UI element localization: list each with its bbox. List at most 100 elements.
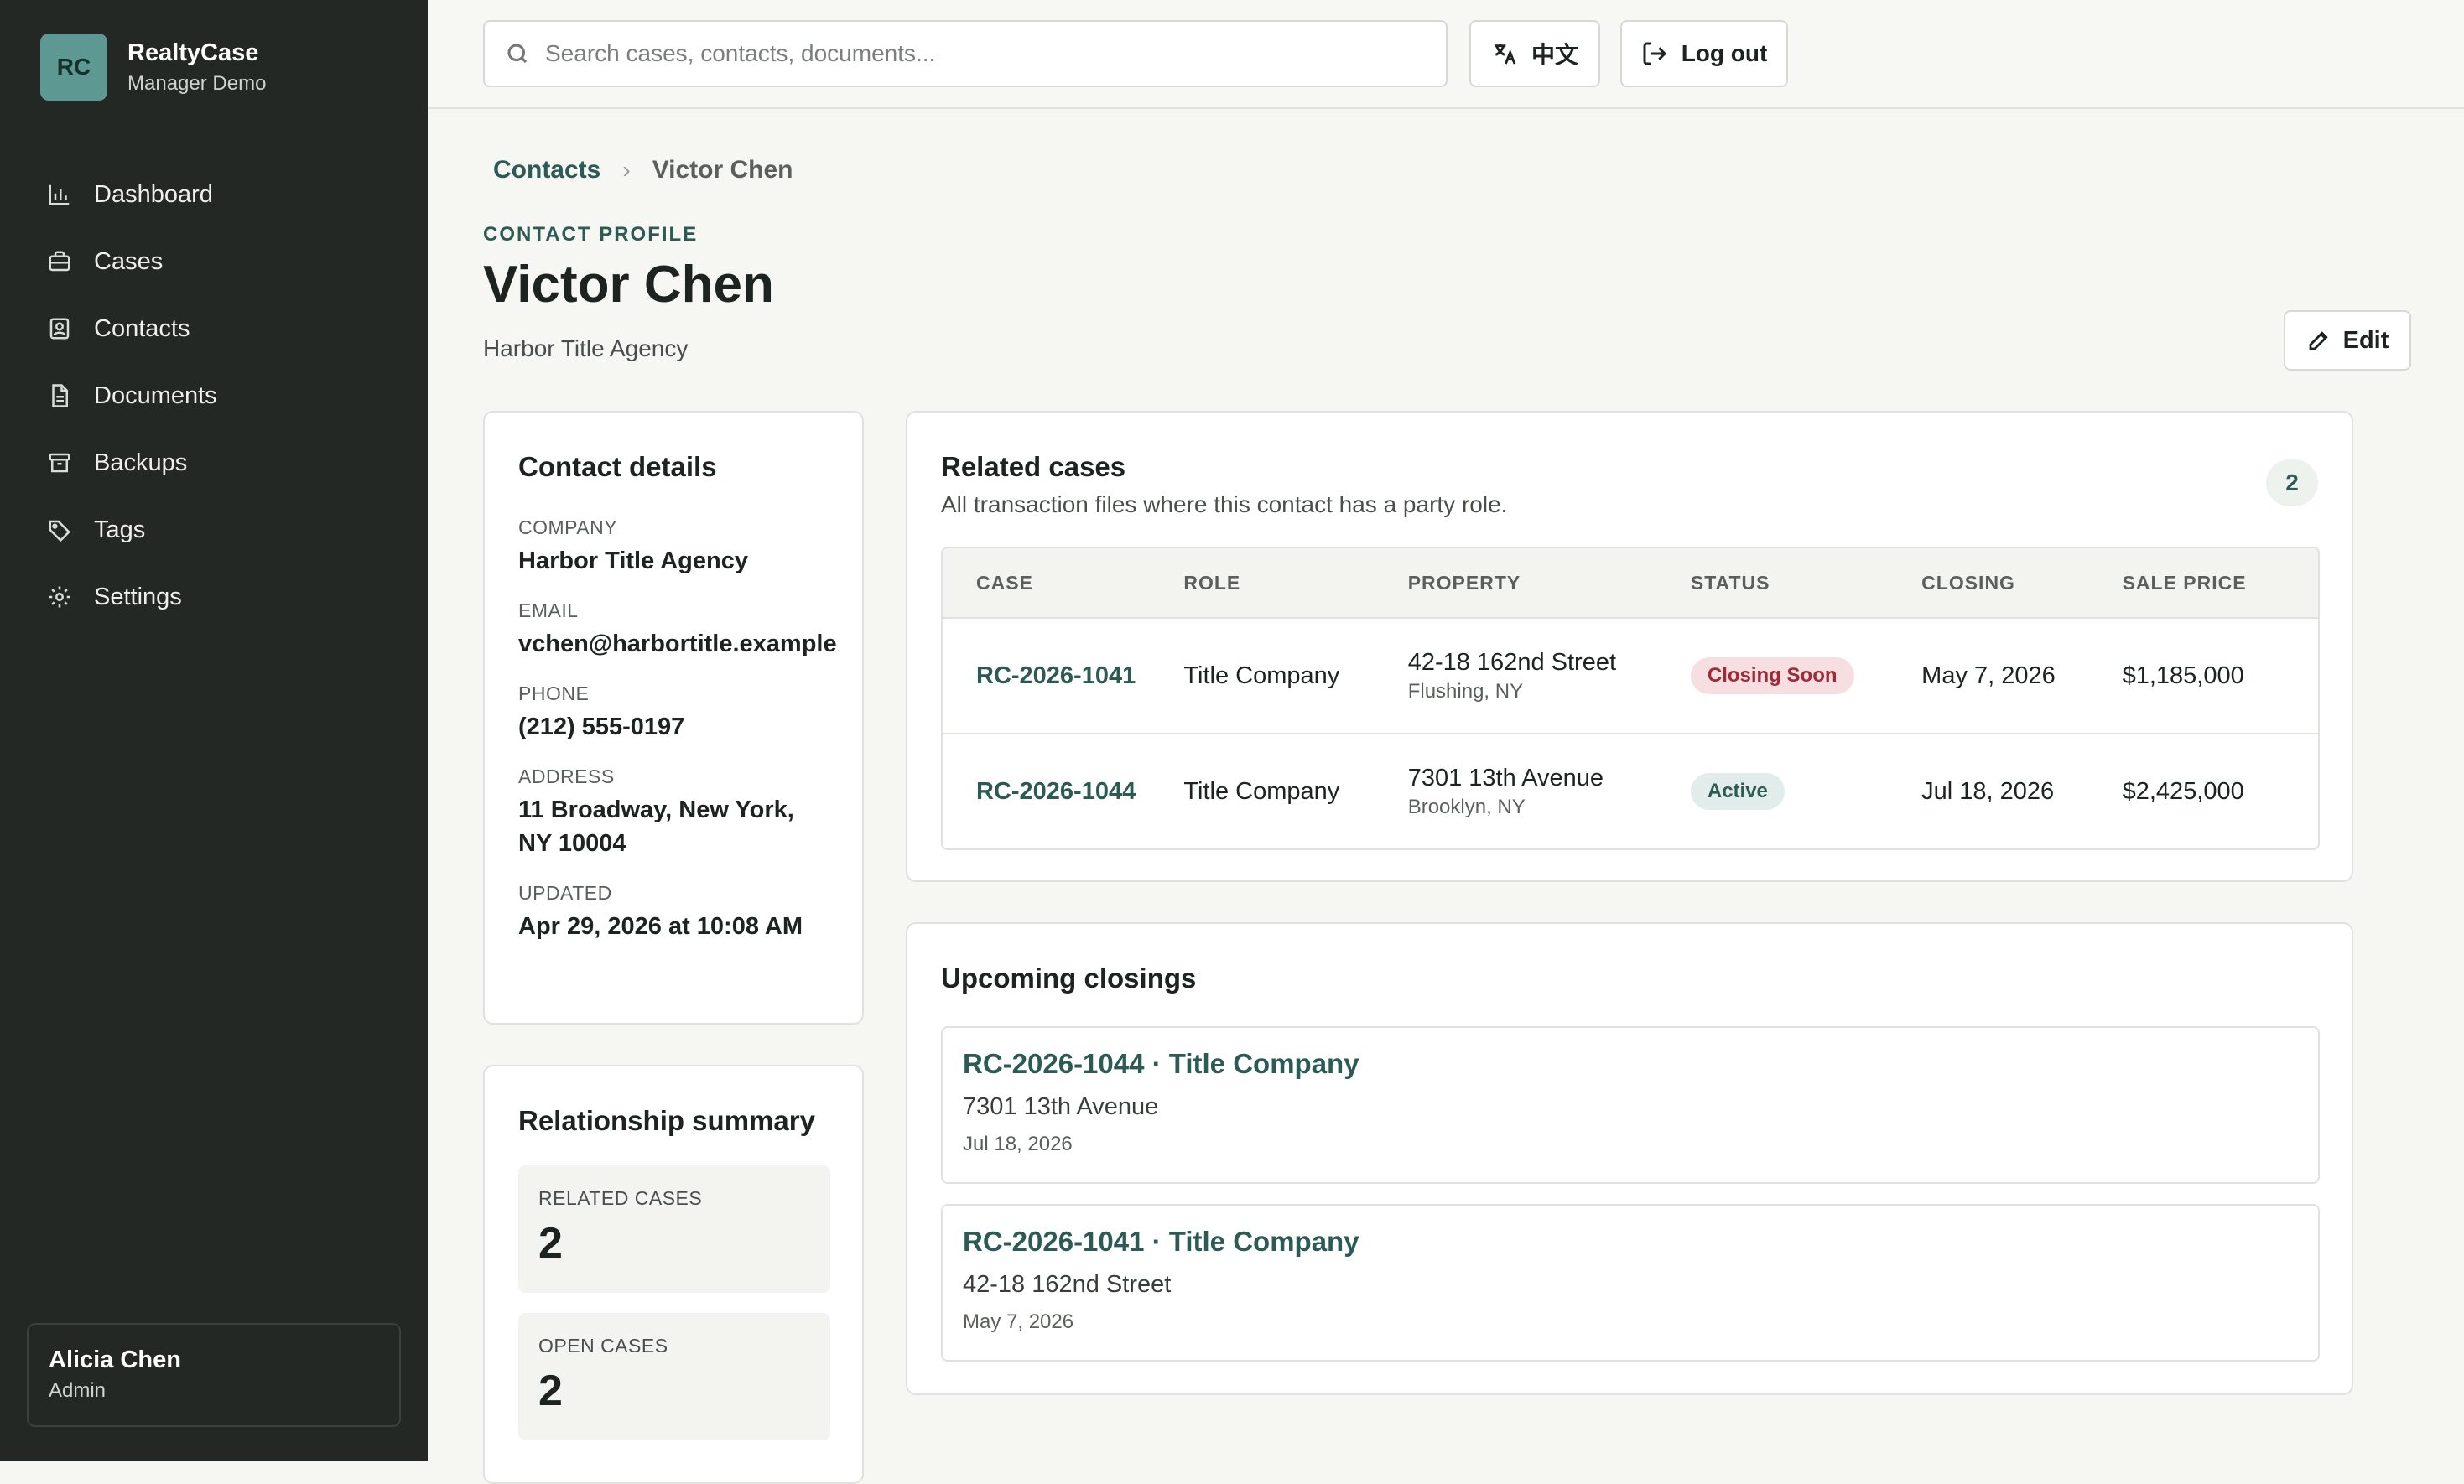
search-icon	[507, 44, 528, 64]
role-cell: Title Company	[1183, 662, 1340, 689]
sidebar-item-backups[interactable]: Backups	[47, 429, 217, 496]
closing-item[interactable]: RC-2026-1044 · Title Company 7301 13th A…	[941, 1026, 2320, 1184]
case-link[interactable]: RC-2026-1044	[976, 778, 1136, 805]
topbar: 中文 Log out	[428, 0, 2464, 109]
card-title: Contact details	[518, 451, 717, 482]
sidebar-item-label: Dashboard	[94, 180, 213, 208]
count-badge: 2	[2266, 459, 2318, 506]
stat-value: 2	[538, 1367, 563, 1415]
translate-icon	[1494, 44, 1516, 65]
detail-value: Harbor Title Agency	[518, 547, 748, 574]
table-row[interactable]: RC-2026-1044 Title Company 7301 13th Ave…	[943, 733, 2318, 848]
breadcrumb-current: Victor Chen	[652, 156, 793, 184]
detail-label: EMAIL	[518, 599, 579, 621]
detail-company: COMPANY Harbor Title Agency	[518, 516, 829, 578]
relationship-summary-card: Relationship summary RELATED CASES 2 OPE…	[483, 1065, 864, 1484]
stat-label: RELATED CASES	[538, 1187, 703, 1209]
property-city: Flushing, NY	[1407, 679, 1524, 703]
case-link[interactable]: RC-2026-1041	[976, 662, 1136, 689]
user-role: Admin	[49, 1379, 107, 1402]
sidebar-item-documents[interactable]: Documents	[47, 362, 217, 429]
sale-price: $1,185,000	[2122, 662, 2244, 689]
sidebar-item-label: Contacts	[94, 314, 190, 342]
sale-price: $2,425,000	[2122, 777, 2244, 805]
column-header: CLOSING	[1921, 571, 2015, 594]
detail-label: UPDATED	[518, 882, 612, 904]
role-cell: Title Company	[1183, 777, 1340, 805]
logout-icon	[1643, 42, 1666, 65]
detail-label: PHONE	[518, 682, 590, 704]
detail-updated: UPDATED Apr 29, 2026 at 10:08 AM	[518, 882, 829, 943]
column-header: STATUS	[1690, 571, 1770, 594]
briefcase-icon	[49, 251, 70, 272]
phone-value[interactable]: (212) 555-0197	[518, 710, 829, 744]
closing-item[interactable]: RC-2026-1041 · Title Company 42-18 162nd…	[941, 1204, 2320, 1362]
sidebar-item-dashboard[interactable]: Dashboard	[47, 161, 217, 228]
gear-icon	[49, 586, 70, 608]
closing-date: Jul 18, 2026	[963, 1133, 1073, 1155]
closing-date: Jul 18, 2026	[1921, 777, 2055, 805]
page-subtitle: Harbor Title Agency	[483, 335, 689, 361]
user-profile[interactable]: Alicia Chen Admin	[27, 1323, 401, 1427]
archive-icon	[49, 453, 70, 473]
detail-phone: PHONE (212) 555-0197	[518, 682, 829, 744]
property-city: Brooklyn, NY	[1407, 795, 1526, 818]
stat-value: 2	[538, 1219, 563, 1268]
card-title: Related cases	[941, 451, 1126, 482]
detail-email: EMAIL vchen@harbortitle.example	[518, 599, 837, 661]
language-label: 中文	[1531, 42, 1578, 68]
column-header: SALE PRICE	[2122, 571, 2247, 594]
stat-open-cases: OPEN CASES 2	[518, 1313, 830, 1440]
sidebar-item-label: Backups	[94, 449, 188, 476]
edit-button[interactable]: Edit	[2284, 310, 2411, 371]
table-row[interactable]: RC-2026-1041 Title Company 42-18 162nd S…	[943, 617, 2318, 733]
detail-value: 11 Broadway, New York, NY 10004	[518, 796, 794, 857]
contact-icon	[49, 318, 70, 340]
sidebar-item-contacts[interactable]: Contacts	[47, 295, 217, 362]
column-header: PROPERTY	[1407, 571, 1521, 594]
detail-value: Apr 29, 2026 at 10:08 AM	[518, 913, 803, 940]
related-cases-card: Related cases All transaction files wher…	[906, 411, 2353, 882]
sidebar-item-settings[interactable]: Settings	[47, 563, 217, 630]
logout-button[interactable]: Log out	[1620, 20, 1788, 87]
edit-label: Edit	[2342, 326, 2389, 354]
search-box[interactable]	[483, 20, 1448, 87]
card-title: Upcoming closings	[941, 963, 1197, 994]
status-badge: Closing Soon	[1690, 657, 1854, 694]
chart-icon	[49, 184, 70, 205]
column-header: ROLE	[1183, 571, 1241, 594]
sidebar-item-label: Documents	[94, 381, 217, 409]
closing-title[interactable]: RC-2026-1044 · Title Company	[963, 1048, 2298, 1080]
document-icon	[52, 384, 68, 407]
table-header: CASE ROLE PROPERTY STATUS CLOSING SALE P…	[943, 548, 2318, 617]
page-eyebrow: CONTACT PROFILE	[483, 223, 699, 246]
detail-label: COMPANY	[518, 516, 618, 538]
upcoming-closings-card: Upcoming closings RC-2026-1044 · Title C…	[906, 922, 2353, 1395]
column-header: CASE	[976, 571, 1033, 594]
logout-label: Log out	[1681, 40, 1768, 66]
language-button[interactable]: 中文	[1469, 20, 1600, 87]
closing-address: 7301 13th Avenue	[963, 1093, 1159, 1120]
sidebar-item-tags[interactable]: Tags	[47, 496, 217, 563]
email-value[interactable]: vchen@harbortitle.example	[518, 627, 837, 661]
card-title: Relationship summary	[518, 1105, 815, 1136]
property-address: 7301 13th Avenue	[1407, 764, 1604, 791]
closing-date: May 7, 2026	[963, 1310, 1074, 1333]
sidebar-item-label: Settings	[94, 583, 182, 610]
search-input[interactable]	[545, 40, 1426, 67]
chevron-right-icon: ›	[622, 157, 631, 183]
brand-subtitle: Manager Demo	[127, 71, 267, 95]
sidebar-nav: Dashboard Cases Contacts Documents Backu…	[47, 161, 217, 630]
brand-name: RealtyCase	[127, 39, 259, 66]
user-name: Alicia Chen	[49, 1346, 181, 1373]
detail-label: ADDRESS	[518, 765, 615, 787]
sidebar-item-cases[interactable]: Cases	[47, 228, 217, 295]
brand[interactable]: RC RealtyCase Manager Demo	[40, 34, 266, 101]
closing-title[interactable]: RC-2026-1041 · Title Company	[963, 1226, 2298, 1258]
sidebar-item-label: Cases	[94, 247, 164, 275]
breadcrumb-contacts-link[interactable]: Contacts	[493, 156, 600, 184]
stat-label: OPEN CASES	[538, 1335, 668, 1357]
status-badge: Active	[1690, 773, 1785, 810]
related-cases-table: CASE ROLE PROPERTY STATUS CLOSING SALE P…	[941, 547, 2320, 850]
brand-logo: RC	[40, 34, 107, 101]
